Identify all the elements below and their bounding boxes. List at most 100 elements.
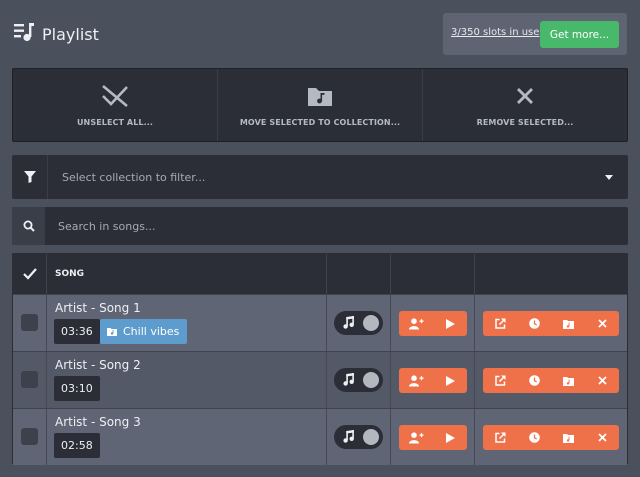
playlist-icon [14, 22, 35, 47]
collection-tag[interactable]: Chill vibes [100, 319, 188, 344]
close-icon [597, 433, 607, 442]
table-header: SONG [13, 254, 627, 294]
add-user-button[interactable] [399, 425, 433, 450]
remove-selected-label: REMOVE SELECTED... [476, 118, 574, 127]
song-cell: Artist - Song 1 03:36 Chill vibes [47, 295, 327, 351]
play-button[interactable] [433, 368, 467, 393]
close-icon [514, 83, 536, 109]
move-to-collection-row-button[interactable] [551, 311, 585, 336]
move-to-collection-label: MOVE SELECTED TO COLLECTION... [239, 118, 401, 127]
song-search [12, 207, 628, 245]
toggle-knob [363, 429, 379, 445]
folder-music-icon [562, 319, 574, 329]
column-header-song: SONG [47, 254, 327, 294]
external-link-icon [494, 432, 506, 443]
songs-table: SONG Artist - Song 1 03:36 Chill vibes A… [12, 253, 628, 465]
song-toggle[interactable] [334, 368, 383, 392]
song-name: Artist - Song 1 [55, 301, 141, 315]
play-button[interactable] [433, 425, 467, 450]
song-toggle[interactable] [334, 425, 383, 449]
move-to-collection-row-button[interactable] [551, 425, 585, 450]
external-link-icon [494, 318, 506, 329]
row-action-buttons [399, 368, 467, 393]
schedule-button[interactable] [517, 368, 551, 393]
header: Playlist 3/350 slots in use Get more... [0, 0, 640, 68]
page-title: Playlist [42, 25, 99, 44]
column-header-tools [475, 254, 627, 294]
open-external-button[interactable] [483, 368, 517, 393]
get-more-button[interactable]: Get more... [540, 21, 619, 48]
toggle-cell [327, 295, 391, 351]
music-note-icon [343, 316, 354, 329]
tools-cell [475, 409, 627, 465]
clock-icon [528, 432, 540, 443]
tools-cell [475, 352, 627, 408]
row-select-cell [13, 295, 47, 351]
slots-usage-link[interactable]: 3/350 slots in use [451, 27, 539, 38]
open-external-button[interactable] [483, 311, 517, 336]
select-all-checkbox[interactable] [13, 254, 47, 294]
row-select-cell [13, 352, 47, 408]
add-user-icon [408, 317, 423, 329]
play-button[interactable] [433, 311, 467, 336]
remove-song-button[interactable] [585, 425, 619, 450]
song-toggle[interactable] [334, 311, 383, 335]
folder-music-icon [107, 328, 117, 336]
row-checkbox[interactable] [21, 428, 38, 445]
song-duration: 03:36 [54, 319, 100, 344]
row-checkbox[interactable] [21, 314, 38, 331]
row-tool-buttons [483, 311, 619, 336]
unselect-all-label: UNSELECT ALL... [76, 118, 154, 127]
remove-selected-button[interactable]: REMOVE SELECTED... [423, 69, 627, 141]
music-note-icon [343, 373, 354, 386]
music-note-icon [343, 430, 354, 443]
toggle-cell [327, 409, 391, 465]
unselect-icon [100, 83, 130, 109]
folder-music-icon [562, 376, 574, 386]
remove-song-button[interactable] [585, 311, 619, 336]
schedule-button[interactable] [517, 311, 551, 336]
move-to-collection-row-button[interactable] [551, 368, 585, 393]
table-row: Artist - Song 3 02:58 [13, 408, 627, 465]
title-wrap: Playlist [14, 22, 99, 47]
toggle-knob [363, 372, 379, 388]
folder-music-icon [562, 433, 574, 443]
table-row: Artist - Song 1 03:36 Chill vibes [13, 294, 627, 351]
actions-cell [391, 352, 475, 408]
external-link-icon [494, 375, 506, 386]
toggle-knob [363, 315, 379, 331]
add-user-button[interactable] [399, 311, 433, 336]
add-user-button[interactable] [399, 368, 433, 393]
filter-icon [12, 155, 48, 199]
unselect-all-button[interactable]: UNSELECT ALL... [13, 69, 218, 141]
song-name: Artist - Song 3 [55, 415, 141, 429]
tools-cell [475, 295, 627, 351]
chevron-down-icon [605, 175, 613, 180]
close-icon [597, 376, 607, 385]
song-cell: Artist - Song 3 02:58 [47, 409, 327, 465]
song-duration: 03:10 [54, 376, 100, 401]
collection-tag-label: Chill vibes [123, 325, 180, 338]
row-action-buttons [399, 425, 467, 450]
song-cell: Artist - Song 2 03:10 [47, 352, 327, 408]
open-external-button[interactable] [483, 425, 517, 450]
play-icon [445, 375, 455, 386]
move-to-collection-button[interactable]: MOVE SELECTED TO COLLECTION... [218, 69, 423, 141]
collection-filter-select[interactable]: Select collection to filter... [12, 155, 628, 199]
actions-cell [391, 295, 475, 351]
row-select-cell [13, 409, 47, 465]
row-action-buttons [399, 311, 467, 336]
play-icon [445, 318, 455, 329]
search-input[interactable] [45, 207, 628, 245]
add-user-icon [408, 431, 423, 443]
collection-filter-placeholder: Select collection to filter... [62, 171, 206, 184]
remove-song-button[interactable] [585, 368, 619, 393]
schedule-button[interactable] [517, 425, 551, 450]
check-icon [22, 268, 37, 280]
row-tool-buttons [483, 425, 619, 450]
close-icon [597, 319, 607, 328]
row-tool-buttons [483, 368, 619, 393]
song-duration: 02:58 [54, 433, 100, 458]
song-name: Artist - Song 2 [55, 358, 141, 372]
row-checkbox[interactable] [21, 371, 38, 388]
